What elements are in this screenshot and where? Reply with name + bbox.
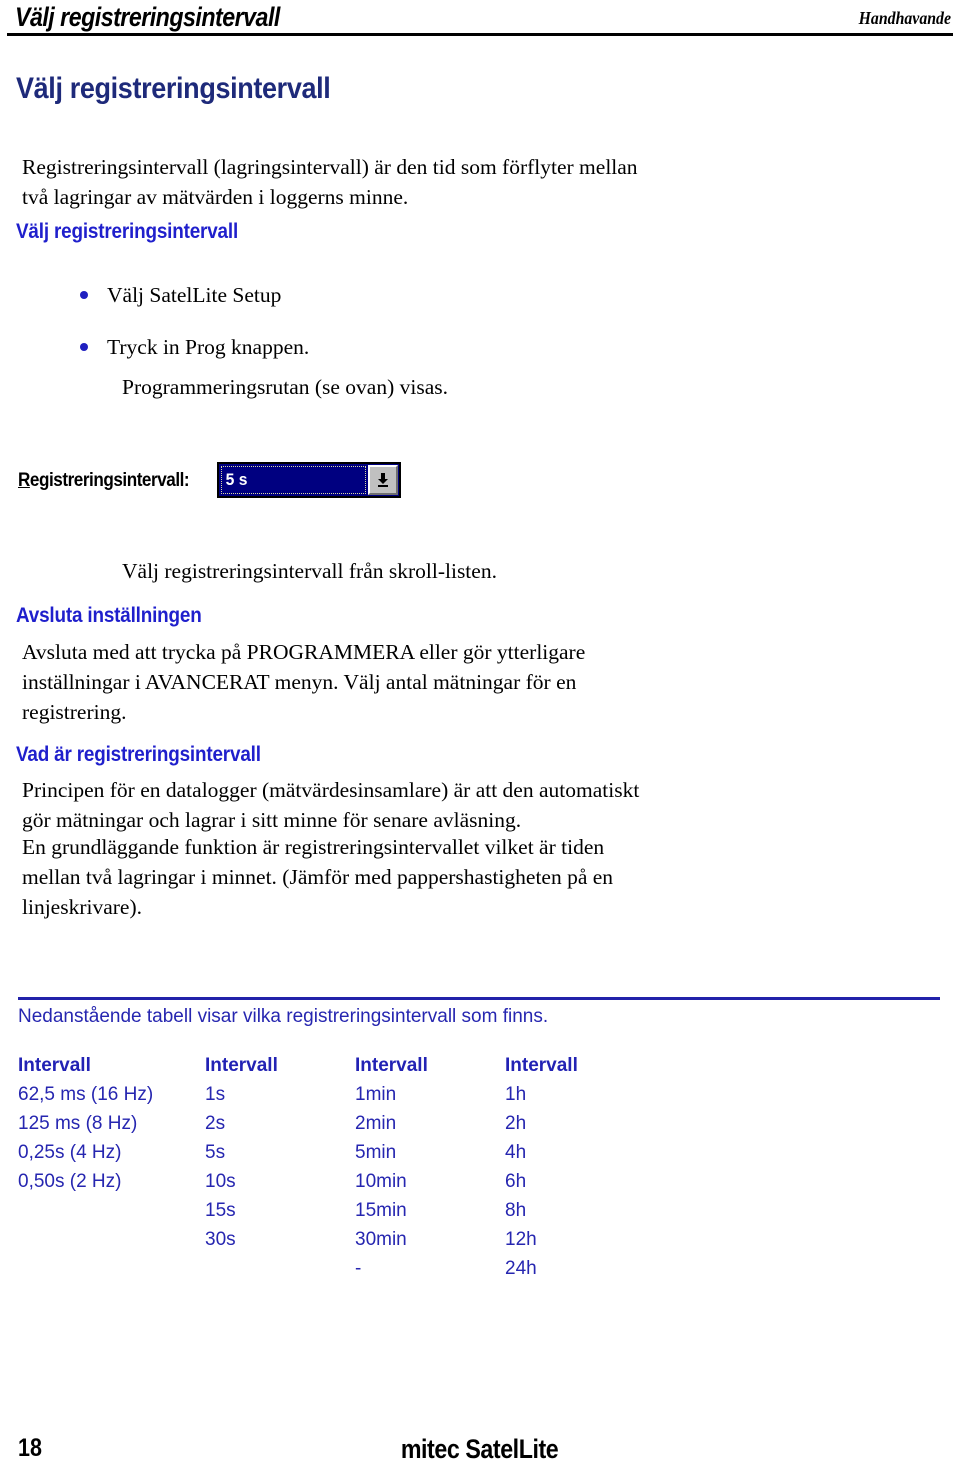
table-cell: 62,5 ms (16 Hz) [18,1084,154,1105]
intro-line-2: två lagringar av mätvärden i loggerns mi… [22,185,409,209]
bullet-item-2: Tryck in Prog knappen. [80,335,309,360]
vad-ar-p2-line-1: En grundläggande funktion är registrerin… [22,835,605,859]
combobox-label: Registreringsintervall: [18,470,190,492]
table-cell: 5s [205,1142,226,1163]
after-screenshot-note: Välj registreringsintervall från skroll-… [122,559,497,583]
table-cell [18,1229,205,1258]
heading-valj-registreringsintervall: Välj registreringsintervall [16,220,239,243]
table-row: - 24h [18,1258,655,1287]
vad-ar-p2-line-2: mellan två lagringar i minnet. (Jämför m… [22,865,614,889]
bullet-item-2-label: Tryck in Prog knappen. [107,335,310,359]
footer-brand: mitec SatelLite [0,1434,960,1465]
table-row: 62,5 ms (16 Hz) 1s 1min 1h [18,1084,655,1113]
table-cell: 5min [355,1142,397,1163]
table-cell: 0,50s (2 Hz) [18,1171,122,1192]
page-running-header: Välj registreringsintervall Handhavande [7,2,953,36]
interval-table: Intervall Intervall Intervall Intervall … [18,1055,655,1287]
table-header-row: Intervall Intervall Intervall Intervall [18,1055,655,1084]
vad-ar-p2-line-3: linjeskrivare). [22,895,142,919]
running-header-section: Handhavande [858,8,951,28]
table-cell: 1s [205,1084,226,1105]
table-cell: 30s [205,1229,236,1250]
avsluta-line-2: inställningar i AVANCERAT menyn. Välj an… [22,670,577,694]
table-cell: 1h [505,1084,527,1105]
avsluta-line-3: registrering. [22,700,127,724]
table-section-divider-rule [18,997,940,1000]
table-caption: Nedanstående tabell visar vilka registre… [18,1006,549,1027]
heading-vad-ar-registreringsintervall: Vad är registreringsintervall [16,743,261,766]
table-cell: 24h [505,1258,537,1279]
table-cell: 15min [355,1200,407,1221]
combobox-dropdown-button[interactable] [368,465,398,495]
table-cell: 12h [505,1229,537,1250]
table-cell [205,1258,355,1287]
table-cell: 4h [505,1142,527,1163]
bullet-dot-icon [80,343,88,352]
table-cell: 15s [205,1200,236,1221]
table-cell: 125 ms (8 Hz) [18,1113,138,1134]
table-cell: 2min [355,1113,397,1134]
intro-line-1: Registreringsintervall (lagringsinterval… [22,155,638,179]
running-header-title: Välj registreringsintervall [15,2,280,32]
intro-paragraph: Registreringsintervall (lagringsinterval… [22,152,722,212]
table-cell: 10min [355,1171,407,1192]
vad-ar-paragraph-2: En grundläggande funktion är registrerin… [22,832,722,922]
table-header-col-4: Intervall [505,1055,578,1076]
table-cell: 8h [505,1200,527,1221]
table-row: 125 ms (8 Hz) 2s 2min 2h [18,1113,655,1142]
table-cell: 0,25s (4 Hz) [18,1142,122,1163]
header-divider-rule [7,33,953,36]
vad-ar-paragraph-1: Principen för en datalogger (mätvärdesin… [22,775,722,835]
combobox-label-accelerator: R [18,470,30,491]
page-title: Välj registreringsintervall [16,72,331,105]
table-row: 15s 15min 8h [18,1200,655,1229]
table-cell: 6h [505,1171,527,1192]
heading-avsluta-installningen: Avsluta inställningen [16,604,202,627]
combobox-label-rest: egistreringsintervall: [29,470,190,491]
table-cell: 10s [205,1171,236,1192]
bullet-subnote: Programmeringsrutan (se ovan) visas. [122,375,449,399]
vad-ar-p1-line-2: gör mätningar och lagrar i sitt minne fö… [22,808,522,832]
bullet-item-1-label: Välj SatelLite Setup [107,283,282,307]
table-header-col-1: Intervall [18,1055,91,1076]
bullet-item-1: Välj SatelLite Setup [80,283,281,308]
footer-brand-label: mitec SatelLite [401,1434,559,1464]
combobox-selected-value: 5 s [225,470,248,489]
table-cell: 1min [355,1084,397,1105]
avsluta-line-1: Avsluta med att trycka på PROGRAMMERA el… [22,640,586,664]
table-cell: 2h [505,1113,527,1134]
table-cell [18,1200,205,1229]
table-row: 0,50s (2 Hz) 10s 10min 6h [18,1171,655,1200]
combobox-selected-field[interactable]: 5 s [221,466,366,494]
table-header-col-2: Intervall [205,1055,278,1076]
table-header-col-3: Intervall [355,1055,428,1076]
table-cell: 30min [355,1229,407,1250]
avsluta-paragraph: Avsluta med att trycka på PROGRAMMERA el… [22,637,702,727]
chevron-down-icon [378,473,388,487]
table-row: 0,25s (4 Hz) 5s 5min 4h [18,1142,655,1171]
registreringsintervall-combobox[interactable]: 5 s [217,462,401,498]
vad-ar-p1-line-1: Principen för en datalogger (mätvärdesin… [22,778,640,802]
table-cell: - [355,1258,362,1279]
table-cell: 2s [205,1113,226,1134]
bullet-dot-icon [80,291,88,300]
table-cell [18,1258,205,1287]
table-row: 30s 30min 12h [18,1229,655,1258]
